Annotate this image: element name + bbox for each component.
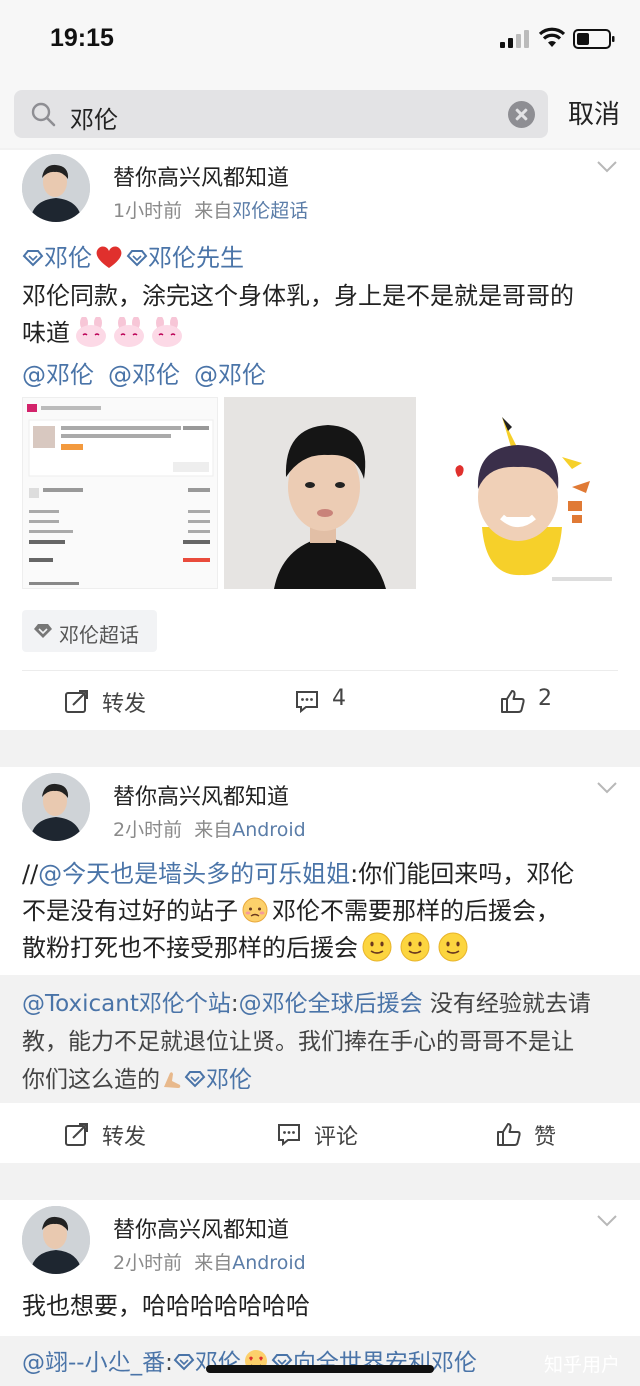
repost-text: @翊--小尐_番: 邓伦 向全世界安利邓伦	[22, 1350, 477, 1376]
repost-label: 转发	[102, 692, 147, 717]
post-meta: 2小时前 来自Android	[113, 1248, 306, 1275]
supertopic-chip[interactable]: 邓伦超话	[22, 610, 157, 652]
like-count: 2	[538, 686, 552, 711]
post-text-line: 邓伦同款，涂完这个身体乳，身上是不是就是哥哥的	[22, 282, 574, 310]
watermark: 知乎用户	[544, 1354, 621, 1376]
repost-button[interactable]: 转发	[64, 686, 164, 717]
repost-text: @Toxicant邓伦个站:@邓伦全球后援会 没有经验就去请 教，能力不足就退位…	[22, 991, 591, 1093]
repost-icon	[65, 1123, 88, 1146]
mention-link[interactable]: @邓伦	[108, 361, 180, 389]
signal-icon	[500, 30, 532, 48]
post-card[interactable]: 替你高兴风都知道 2小时前 来自Android //@今天也是墙头多的可乐姐姐:…	[0, 767, 640, 1163]
avatar[interactable]	[22, 1206, 90, 1274]
smile-emoji-icon	[358, 932, 469, 962]
like-label: 赞	[534, 1125, 557, 1150]
diamond-icon	[173, 1354, 195, 1371]
like-icon	[501, 690, 525, 713]
battery-icon	[573, 29, 615, 49]
post-image-sticker[interactable]	[422, 397, 618, 589]
supertopic-tag[interactable]: 邓伦	[22, 244, 92, 272]
post-source[interactable]: Android	[232, 1252, 305, 1274]
home-indicator[interactable]	[206, 1365, 434, 1373]
search-input[interactable]: 邓伦	[14, 90, 548, 138]
diamond-icon	[22, 250, 44, 267]
repost-quote[interactable]: @Toxicant邓伦个站:@邓伦全球后援会 没有经验就去请 教，能力不足就退位…	[0, 975, 640, 1103]
mention-link[interactable]: @翊--小尐_番	[22, 1350, 165, 1376]
post-text-line: 味道	[22, 315, 622, 352]
post-text: //@今天也是墙头多的可乐姐姐:你们能回来吗，邓伦 不是没有过好的站子 邓伦不需要…	[22, 860, 575, 962]
repost-icon	[65, 690, 88, 713]
comment-icon	[278, 1124, 300, 1147]
mention-link[interactable]: @邓伦	[22, 361, 94, 389]
pray-hands-icon	[164, 1072, 181, 1088]
worried-emoji-icon	[242, 897, 268, 923]
author-name[interactable]: 替你高兴风都知道	[113, 779, 289, 811]
chevron-down-icon[interactable]	[596, 1214, 618, 1228]
repost-label: 转发	[102, 1125, 147, 1150]
author-name[interactable]: 替你高兴风都知道	[113, 160, 289, 192]
status-time: 19:15	[50, 24, 114, 52]
chevron-down-icon[interactable]	[596, 160, 618, 174]
comment-button[interactable]: 4	[294, 686, 374, 716]
post-image-order[interactable]	[22, 397, 218, 589]
post-time: 1小时前	[113, 200, 183, 222]
repost-button[interactable]: 转发	[64, 1119, 164, 1150]
mention-link[interactable]: @今天也是墙头多的可乐姐姐	[38, 860, 350, 888]
post-tags: 邓伦 邓伦先生	[22, 240, 622, 277]
from-label: 来自	[194, 1252, 233, 1274]
supertopic-tag[interactable]: 邓伦	[184, 1067, 252, 1093]
like-button[interactable]: 赞	[496, 1119, 576, 1150]
from-label: 来自	[194, 200, 233, 222]
supertopic-tag[interactable]: 邓伦先生	[126, 244, 244, 272]
mention-list: @邓伦 @邓伦 @邓伦	[22, 355, 280, 390]
post-text: 我也想要，哈哈哈哈哈哈哈	[22, 1292, 310, 1320]
comment-icon	[296, 691, 318, 714]
comment-count: 4	[332, 686, 346, 711]
cancel-button[interactable]: 取消	[568, 94, 620, 131]
wifi-icon	[538, 27, 566, 47]
from-label: 来自	[194, 819, 233, 841]
mention-link[interactable]: @Toxicant邓伦个站	[22, 991, 231, 1017]
search-bar: 邓伦 取消	[0, 80, 640, 148]
search-icon	[31, 102, 56, 127]
like-icon	[497, 1123, 521, 1146]
bunny-emoji-icon	[70, 316, 184, 347]
comment-label: 评论	[314, 1125, 359, 1150]
supertopic-chip-label: 邓伦超话	[59, 623, 139, 647]
diamond-icon	[184, 1071, 206, 1088]
post-source[interactable]: Android	[232, 819, 305, 841]
heart-icon	[96, 246, 122, 268]
post-meta: 2小时前 来自Android	[113, 815, 306, 842]
post-card[interactable]: 替你高兴风都知道 1小时前 来自邓伦超话 邓伦 邓伦先生 邓伦同款，涂完这个身体乳…	[0, 150, 640, 730]
post-time: 2小时前	[113, 1252, 183, 1274]
like-button[interactable]: 2	[500, 686, 570, 716]
avatar[interactable]	[22, 154, 90, 222]
avatar[interactable]	[22, 773, 90, 841]
diamond-icon	[126, 250, 148, 267]
mention-link[interactable]: @邓伦全球后援会	[239, 991, 423, 1017]
mention-link[interactable]: @邓伦	[194, 361, 266, 389]
comment-button[interactable]: 评论	[276, 1119, 376, 1150]
diamond-icon	[34, 624, 52, 638]
post-image-photo[interactable]	[224, 397, 416, 589]
author-name[interactable]: 替你高兴风都知道	[113, 1212, 289, 1244]
divider	[22, 670, 618, 671]
post-meta: 1小时前 来自邓伦超话	[113, 196, 308, 223]
post-time: 2小时前	[113, 819, 183, 841]
clear-icon[interactable]	[508, 101, 535, 128]
post-text: 邓伦同款，涂完这个身体乳，身上是不是就是哥哥的 味道	[22, 278, 622, 352]
status-bar: 19:15	[0, 0, 640, 80]
chevron-down-icon[interactable]	[596, 781, 618, 795]
post-source[interactable]: 邓伦超话	[232, 200, 308, 222]
search-query: 邓伦	[70, 106, 118, 134]
